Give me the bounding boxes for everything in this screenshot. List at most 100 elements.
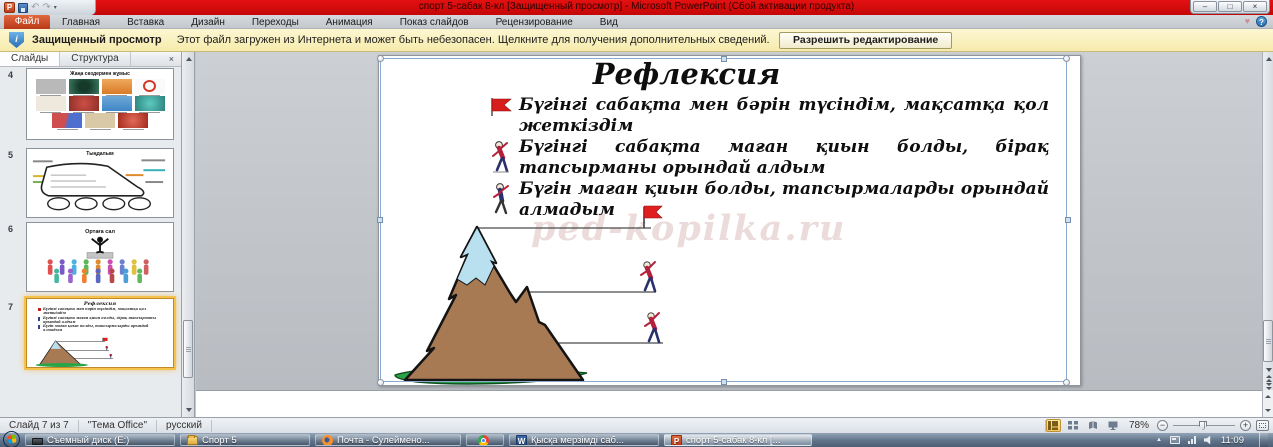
slide-number: 7 (8, 302, 14, 312)
window-title: спорт 5-сабак 8-кл [Защищенный просмотр]… (418, 1, 855, 12)
normal-view-button[interactable] (1045, 419, 1061, 432)
taskbar-item-mail[interactable]: Почта - Сулеймено... (315, 434, 461, 446)
restore-button[interactable]: □ (1218, 1, 1242, 12)
editing-workspace: ped-kopilka.ru Рефлексия Бүгінгі сабақта… (196, 52, 1262, 390)
thumb-mountain (35, 337, 114, 367)
protected-view-label: Защищенный просмотр (32, 34, 162, 46)
thumb-title: Ортаға сал (85, 229, 115, 235)
selection-border[interactable] (380, 58, 1067, 382)
fit-to-window-button[interactable] (1256, 420, 1269, 431)
tab-slides-thumbnails[interactable]: Слайды (0, 52, 61, 66)
removable-disk-icon (32, 437, 43, 445)
powerpoint-window: P ↶ ↷ ▾ спорт 5-сабак 8-кл [Защищенный п… (0, 0, 1273, 447)
slide-thumbnail-5[interactable]: Тыңдалым (26, 148, 174, 218)
protected-view-banner: i Защищенный просмотр Этот файл загружен… (0, 29, 1273, 52)
scroll-up-icon[interactable] (183, 53, 194, 65)
slide-sorter-view-button[interactable] (1066, 419, 1081, 432)
selection-handle-left-middle[interactable] (377, 217, 383, 223)
enable-editing-button[interactable]: Разрешить редактирование (779, 32, 953, 49)
help-icon[interactable]: ? (1256, 16, 1267, 27)
tab-transitions[interactable]: Переходы (252, 17, 299, 28)
slides-panel-scrollbar[interactable] (182, 52, 195, 417)
tab-file[interactable]: Файл (4, 15, 50, 29)
vertical-scrollbar[interactable] (1262, 52, 1273, 390)
slide-number: 5 (8, 150, 14, 160)
scrollbar-thumb[interactable] (1263, 320, 1273, 362)
tab-animations[interactable]: Анимация (326, 17, 373, 28)
taskbar-item-chrome[interactable] (466, 434, 504, 446)
firefox-icon (322, 435, 333, 445)
thumb-image-grid (27, 77, 173, 130)
selection-handle-top-right[interactable] (1063, 55, 1070, 62)
zoom-in-button[interactable]: + (1240, 420, 1251, 431)
window-controls: – □ × (1190, 0, 1270, 14)
zoom-slider-thumb[interactable] (1199, 421, 1207, 430)
notes-pane[interactable] (196, 390, 1262, 417)
windows-logo-icon (6, 434, 17, 444)
scroll-up-icon[interactable] (1263, 53, 1273, 65)
selection-handle-top-left[interactable] (377, 55, 384, 62)
network-signal-icon[interactable] (1187, 436, 1196, 444)
chrome-icon (477, 435, 489, 445)
reading-view-button[interactable] (1086, 419, 1101, 432)
redo-icon[interactable]: ↷ (42, 2, 50, 13)
taskbar-item-powerpoint[interactable]: P спорт 5-сабак 8-кл [... (664, 434, 812, 446)
taskbar-item-folder[interactable]: Спорт 5 (180, 434, 310, 446)
skate-diagram (32, 159, 166, 211)
slide-thumbnail-6[interactable]: Ортаға сал (26, 222, 174, 292)
selection-handle-top-middle[interactable] (721, 56, 727, 62)
notes-scroll-down-icon[interactable] (1265, 408, 1271, 412)
taskbar-clock[interactable]: 11:09 (1221, 435, 1244, 446)
taskbar-item-label: Қысқа мерзімді саб... (531, 434, 624, 446)
notes-scrollbar[interactable] (1262, 390, 1273, 417)
slide-thumbnail-7[interactable]: Рефлексия Бүгінгі сабақта мен бәрін түсі… (26, 298, 174, 368)
tab-review[interactable]: Рецензирование (496, 17, 573, 28)
selection-handle-bottom-left[interactable] (377, 379, 384, 386)
tab-home[interactable]: Главная (62, 17, 100, 28)
language-indicator[interactable]: русский (157, 419, 212, 432)
scrollbar-thumb[interactable] (183, 320, 193, 378)
thumb-bullets: Бүгінгі сабақта мен бәрін түсіндім, мақс… (27, 307, 173, 333)
panel-close-icon[interactable]: × (162, 52, 181, 66)
tab-outline[interactable]: Структура (60, 52, 131, 66)
show-hidden-icons-caret[interactable]: ▲ (1156, 437, 1162, 443)
minimize-button[interactable]: – (1193, 1, 1217, 12)
action-center-icon[interactable] (1169, 436, 1180, 444)
powerpoint-icon: P (671, 435, 682, 445)
notes-scroll-up-icon[interactable] (1265, 395, 1271, 399)
save-icon[interactable] (18, 2, 28, 13)
slide-indicator: Слайд 7 из 7 (0, 419, 79, 432)
tab-view[interactable]: Вид (600, 17, 618, 28)
taskbar-item-label: Спорт 5 (202, 434, 237, 446)
speaker-icon[interactable] (1203, 435, 1211, 445)
slide-number: 6 (8, 224, 14, 234)
slide-thumbnail-4[interactable]: Жаңа сөздермен жұмыс (26, 68, 174, 140)
ribbon-tabs: Главная Вставка Дизайн Переходы Анимация… (62, 15, 618, 29)
quick-access-toolbar: P ↶ ↷ ▾ (0, 0, 96, 15)
show-desktop-button[interactable] (1259, 433, 1268, 447)
scroll-down-icon[interactable] (183, 404, 194, 416)
taskbar-item-removable-disk[interactable]: Съемный диск (E:) (25, 434, 175, 446)
ribbon-tab-row: Файл Главная Вставка Дизайн Переходы Ани… (0, 15, 1273, 29)
taskbar-item-word[interactable]: W Қысқа мерзімді саб... (509, 434, 659, 446)
close-button[interactable]: × (1243, 1, 1267, 12)
powerpoint-app-icon[interactable]: P (4, 2, 15, 13)
zoom-slider[interactable] (1173, 420, 1235, 431)
system-tray: ▲ 11:09 (1156, 433, 1273, 447)
zoom-out-button[interactable]: − (1157, 420, 1168, 431)
tab-insert[interactable]: Вставка (127, 17, 164, 28)
selection-handle-right-middle[interactable] (1065, 217, 1071, 223)
theme-name: "Тема Office" (79, 419, 158, 432)
folder-icon (187, 435, 198, 445)
info-shield-icon: i (9, 32, 24, 48)
start-button[interactable] (3, 430, 20, 447)
selection-handle-bottom-right[interactable] (1063, 379, 1070, 386)
tab-design[interactable]: Дизайн (191, 17, 225, 28)
tab-slideshow[interactable]: Показ слайдов (400, 17, 469, 28)
undo-icon[interactable]: ↶ (31, 2, 39, 13)
slide-canvas[interactable]: ped-kopilka.ru Рефлексия Бүгінгі сабақта… (377, 55, 1081, 386)
qat-customize-dropdown-icon[interactable]: ▾ (54, 5, 57, 11)
slideshow-view-button[interactable] (1106, 419, 1121, 432)
selection-handle-bottom-middle[interactable] (721, 379, 727, 385)
taskbar: Съемный диск (E:) Спорт 5 Почта - Сулейм… (0, 430, 1273, 447)
